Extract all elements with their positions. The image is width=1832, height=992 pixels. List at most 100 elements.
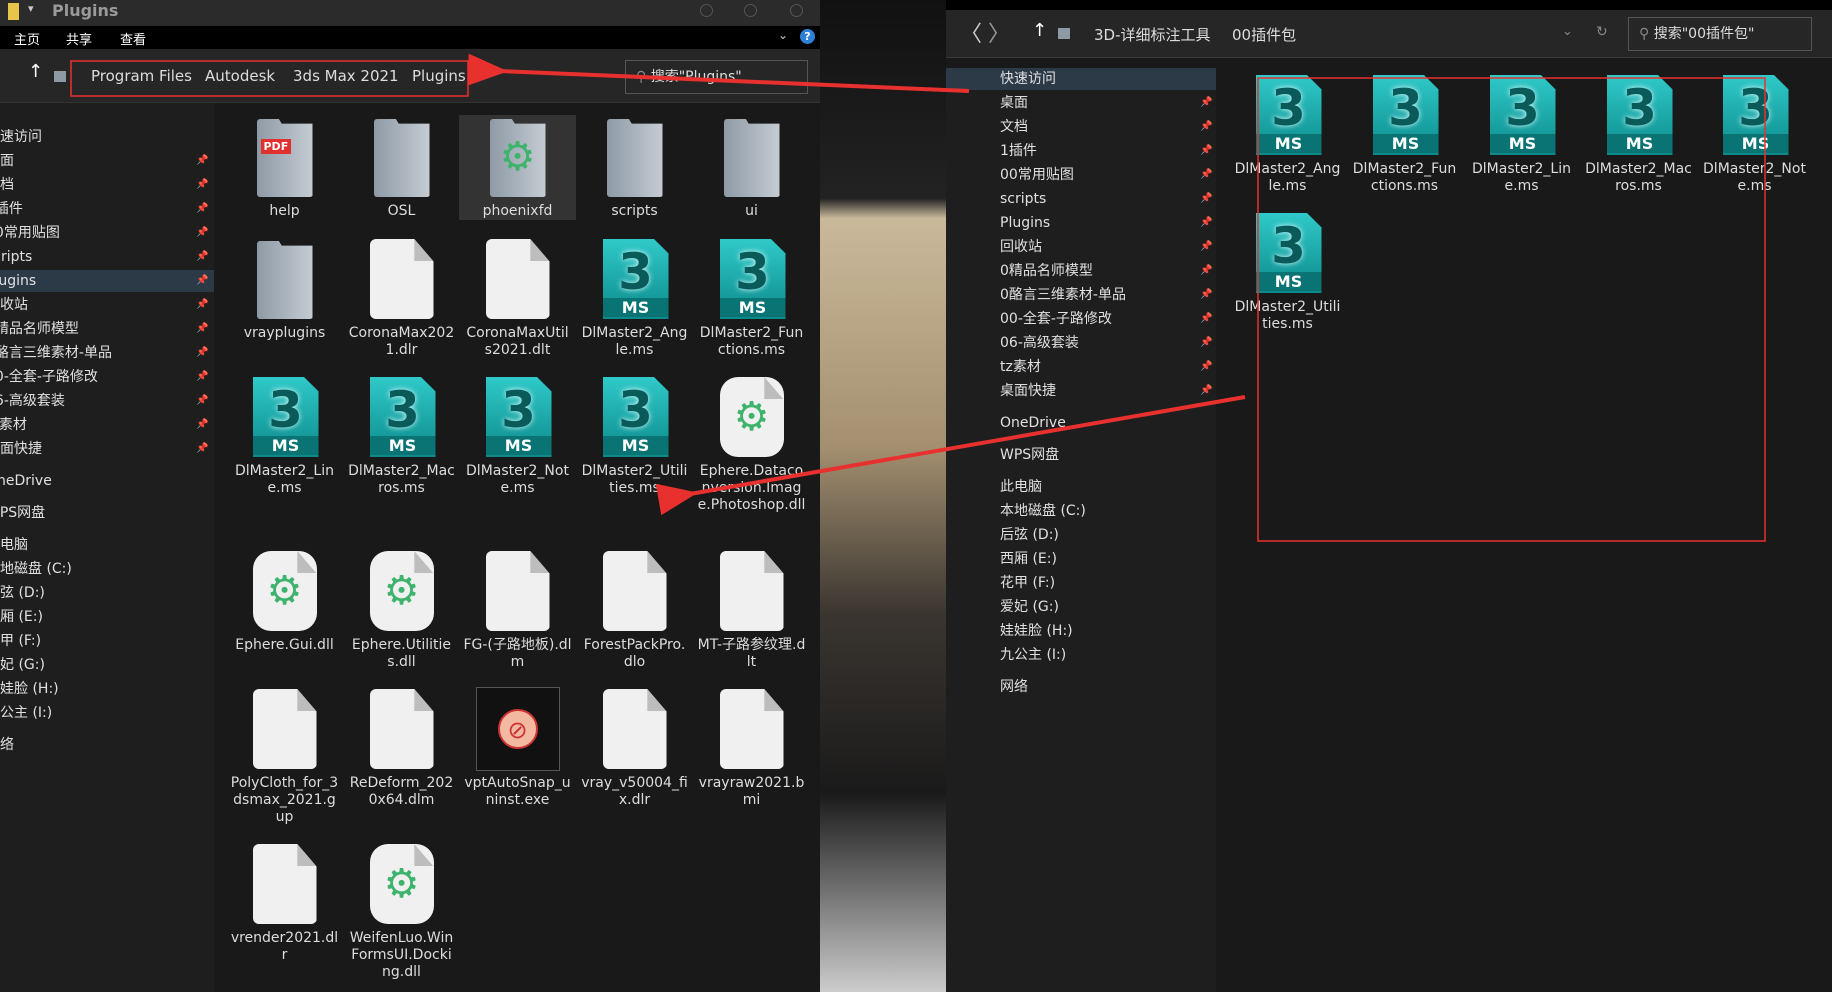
file-item[interactable]: 3 MS DlMaster2_Note.ms <box>459 375 576 497</box>
breadcrumb-item[interactable]: Autodesk <box>205 67 275 85</box>
search-input[interactable]: ⚲ 搜索"00插件包" <box>1628 17 1812 51</box>
sidebar-item[interactable]: 此电脑 <box>0 534 214 556</box>
file-item[interactable]: vrayplugins <box>226 237 343 342</box>
breadcrumb-item[interactable]: Plugins <box>412 67 466 85</box>
file-item[interactable]: vrayraw2021.bmi <box>693 687 810 809</box>
sidebar-item[interactable]: 此电脑 <box>946 476 1216 498</box>
file-item[interactable]: OSL <box>343 115 460 220</box>
file-item[interactable]: PDF help <box>226 115 343 220</box>
sidebar-item[interactable]: 快速访问 <box>0 126 214 148</box>
sidebar-item[interactable]: 回收站 📌 <box>946 236 1216 258</box>
sidebar-item[interactable]: 1插件 📌 <box>946 140 1216 162</box>
sidebar-item[interactable]: 文档 📌 <box>0 174 214 196</box>
tab-share[interactable]: 共享 <box>66 29 92 48</box>
sidebar-item[interactable]: Plugins 📌 <box>946 212 1216 234</box>
file-item[interactable]: 3 MS DlMaster2_Utilities.ms <box>576 375 693 497</box>
sidebar-item[interactable]: 九公主 (I:) <box>0 702 214 724</box>
forward-button[interactable]: 〉 <box>988 16 1010 48</box>
sidebar-item[interactable]: 桌面 📌 <box>0 150 214 172</box>
breadcrumb-item[interactable]: Program Files <box>91 67 192 85</box>
file-item[interactable]: 3 MS DlMaster2_Line.ms <box>226 375 343 497</box>
sidebar-item[interactable]: 00-全套-子路修改 📌 <box>946 308 1216 330</box>
sidebar-item[interactable]: 网络 <box>0 734 214 756</box>
up-arrow-icon[interactable]: ↑ <box>1032 20 1047 41</box>
sidebar-item[interactable]: 00-全套-子路修改 📌 <box>0 366 214 388</box>
sidebar-item[interactable]: 00常用贴图 📌 <box>0 222 214 244</box>
chevron-down-icon[interactable]: ⌄ <box>1562 24 1573 39</box>
sidebar-item[interactable]: 花甲 (F:) <box>946 572 1216 594</box>
sidebar-item[interactable]: 本地磁盘 (C:) <box>946 500 1216 522</box>
sidebar-item[interactable]: WPS网盘 <box>0 502 214 524</box>
sidebar-item[interactable]: 西厢 (E:) <box>946 548 1216 570</box>
sidebar-item[interactable]: 06-高级套装 📌 <box>946 332 1216 354</box>
breadcrumb-item[interactable]: 3ds Max 2021 <box>293 67 399 85</box>
breadcrumb-item[interactable]: 3D-详细标注工具 <box>1094 24 1211 45</box>
help-icon[interactable]: ? <box>800 29 815 44</box>
file-item[interactable]: CoronaMaxUtils2021.dlt <box>459 237 576 359</box>
file-item[interactable]: vrender2021.dlr <box>226 842 343 964</box>
file-item[interactable]: ⚙ Ephere.Utilities.dll <box>343 549 460 671</box>
file-item[interactable]: ⚙ WeifenLuo.WinFormsUI.Docking.dll <box>343 842 460 981</box>
sidebar-item[interactable]: 娃娃脸 (H:) <box>946 620 1216 642</box>
sidebar-item[interactable]: 爱妃 (G:) <box>0 654 214 676</box>
file-item[interactable]: vray_v50004_fix.dlr <box>576 687 693 809</box>
sidebar-item[interactable]: 文档 📌 <box>946 116 1216 138</box>
file-item[interactable]: ui <box>693 115 810 220</box>
file-item[interactable]: ReDeform_2020x64.dlm <box>343 687 460 809</box>
file-item[interactable]: 3 MS DlMaster2_Note.ms <box>1696 73 1813 195</box>
file-item[interactable]: 3 MS DlMaster2_Angle.ms <box>576 237 693 359</box>
quick-access-dropdown[interactable]: ▾ <box>28 2 34 15</box>
sidebar-item[interactable]: tz素材 📌 <box>946 356 1216 378</box>
sidebar-item[interactable]: 00常用贴图 📌 <box>946 164 1216 186</box>
sidebar-item[interactable]: OneDrive <box>0 470 214 492</box>
file-item[interactable]: ⚙ phoenixfd <box>459 115 576 220</box>
sidebar-item[interactable]: 回收站 📌 <box>0 294 214 316</box>
sidebar-item[interactable]: 06-高级套装 📌 <box>0 390 214 412</box>
maximize-button[interactable] <box>744 4 757 17</box>
tab-home[interactable]: 主页 <box>14 29 40 48</box>
file-item[interactable]: CoronaMax2021.dlr <box>343 237 460 359</box>
sidebar-item[interactable]: WPS网盘 <box>946 444 1216 466</box>
sidebar-item[interactable]: 花甲 (F:) <box>0 630 214 652</box>
file-item[interactable]: ⚙ Ephere.Gui.dll <box>226 549 343 654</box>
file-item[interactable]: FG-(子路地板).dlm <box>459 549 576 671</box>
up-arrow-icon[interactable]: ↑ <box>28 61 43 82</box>
sidebar-item[interactable]: 快速访问 <box>946 68 1216 90</box>
chevron-down-icon[interactable]: ⌄ <box>778 28 788 42</box>
sidebar-item[interactable]: 0精品名师模型 📌 <box>0 318 214 340</box>
refresh-icon[interactable]: ↻ <box>1596 24 1608 40</box>
back-button[interactable]: 〈 <box>960 16 982 48</box>
file-item[interactable]: ⊘ vptAutoSnap_uninst.exe <box>459 687 576 809</box>
sidebar-item[interactable]: 桌面快捷 📌 <box>0 438 214 460</box>
close-button[interactable] <box>790 4 803 17</box>
sidebar-item[interactable]: tz素材 📌 <box>0 414 214 436</box>
file-item[interactable]: 3 MS DlMaster2_Utilities.ms <box>1229 211 1346 333</box>
sidebar-item[interactable]: OneDrive <box>946 412 1216 434</box>
file-item[interactable]: ForestPackPro.dlo <box>576 549 693 671</box>
sidebar-item[interactable]: scripts 📌 <box>946 188 1216 210</box>
minimize-button[interactable] <box>700 4 713 17</box>
sidebar-item[interactable]: 本地磁盘 (C:) <box>0 558 214 580</box>
file-item[interactable]: 3 MS DlMaster2_Functions.ms <box>1346 73 1463 195</box>
sidebar-item[interactable]: 0酪言三维素材-单品 📌 <box>0 342 214 364</box>
file-item[interactable]: ⚙ Ephere.Dataconversion.Image.Photoshop.d… <box>693 375 810 514</box>
sidebar-item[interactable]: 后弦 (D:) <box>946 524 1216 546</box>
sidebar-item[interactable]: Plugins 📌 <box>0 270 214 292</box>
breadcrumb-item[interactable]: 00插件包 <box>1232 24 1296 45</box>
sidebar-item[interactable]: 1插件 📌 <box>0 198 214 220</box>
file-item[interactable]: 3 MS DlMaster2_Line.ms <box>1463 73 1580 195</box>
file-item[interactable]: 3 MS DlMaster2_Macros.ms <box>343 375 460 497</box>
sidebar-item[interactable]: 后弦 (D:) <box>0 582 214 604</box>
sidebar-item[interactable]: 西厢 (E:) <box>0 606 214 628</box>
file-item[interactable]: 3 MS DlMaster2_Macros.ms <box>1580 73 1697 195</box>
sidebar-item[interactable]: 0精品名师模型 📌 <box>946 260 1216 282</box>
sidebar-item[interactable]: 桌面 📌 <box>946 92 1216 114</box>
search-input[interactable]: ⚲ 搜索"Plugins" <box>625 60 808 94</box>
sidebar-item[interactable]: 0酪言三维素材-单品 📌 <box>946 284 1216 306</box>
file-item[interactable]: 3 MS DlMaster2_Functions.ms <box>693 237 810 359</box>
sidebar-item[interactable]: 爱妃 (G:) <box>946 596 1216 618</box>
file-item[interactable]: MT-子路参纹理.dlt <box>693 549 810 671</box>
sidebar-item[interactable]: 桌面快捷 📌 <box>946 380 1216 402</box>
sidebar-item[interactable]: 网络 <box>946 676 1216 698</box>
sidebar-item[interactable]: 九公主 (I:) <box>946 644 1216 666</box>
